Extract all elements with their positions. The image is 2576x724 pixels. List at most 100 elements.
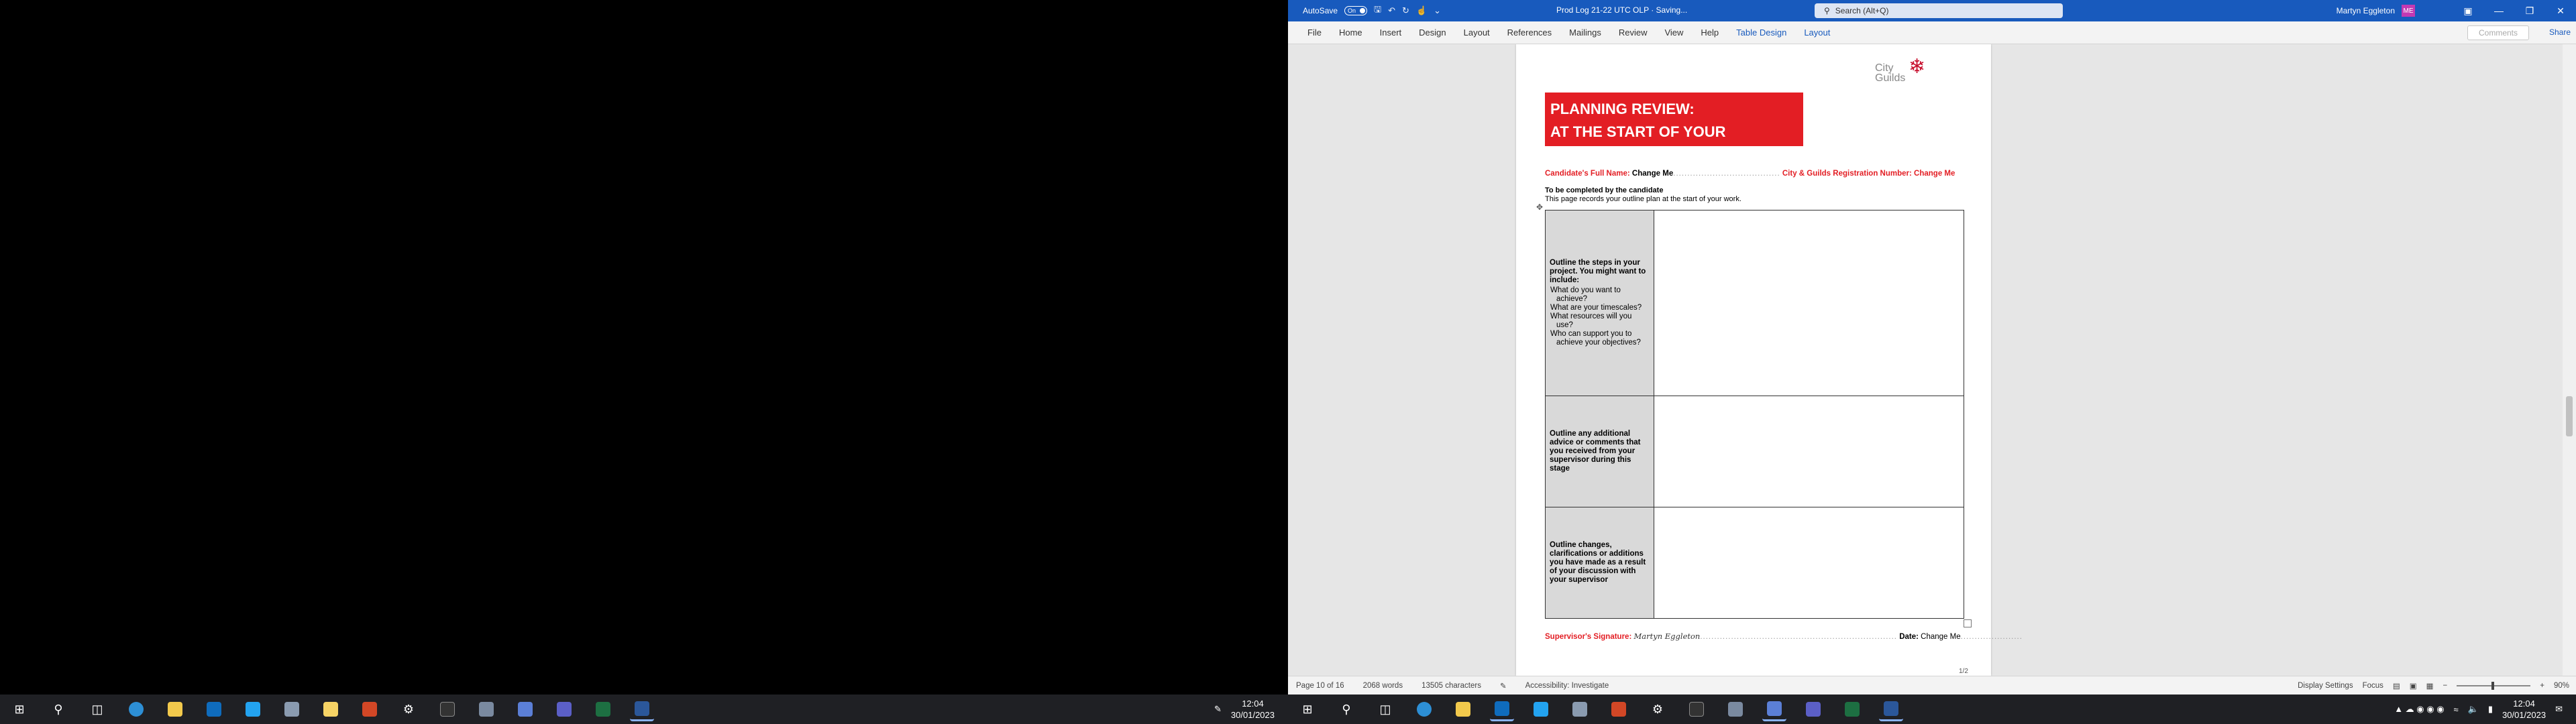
zoom-in-icon[interactable]: + xyxy=(2540,682,2544,690)
tab-view[interactable]: View xyxy=(1656,27,1692,38)
pen-icon[interactable]: ✎ xyxy=(1214,704,1222,715)
start-icon[interactable]: ⊞ xyxy=(7,697,32,721)
character-count[interactable]: 13505 characters xyxy=(1421,682,1481,690)
tab-insert[interactable]: Insert xyxy=(1371,27,1411,38)
edge-icon[interactable] xyxy=(1412,697,1436,721)
teams-icon[interactable] xyxy=(1801,697,1825,721)
save-icon[interactable]: 🖫 xyxy=(1374,3,1381,18)
sticky-notes-icon[interactable] xyxy=(319,697,343,721)
settings-icon[interactable]: ⚙ xyxy=(396,697,421,721)
web-layout-icon[interactable]: ▦ xyxy=(2426,681,2434,690)
app-icon[interactable] xyxy=(280,697,304,721)
search-icon[interactable]: ⚲ xyxy=(1334,697,1358,721)
row-label-changes[interactable]: Outline changes, clarifications or addit… xyxy=(1545,507,1654,619)
steps-answer-cell[interactable] xyxy=(1654,210,1964,396)
file-explorer-icon[interactable] xyxy=(163,697,187,721)
proofing-icon[interactable]: ✎ xyxy=(1500,681,1507,690)
scrollbar-thumb[interactable] xyxy=(2566,396,2573,436)
display-settings-button[interactable]: Display Settings xyxy=(2298,682,2353,690)
terminal-icon[interactable] xyxy=(435,697,460,721)
wifi-icon[interactable]: ≈ xyxy=(2454,705,2459,715)
tab-layout[interactable]: Layout xyxy=(1455,27,1499,38)
tab-table-design[interactable]: Table Design xyxy=(1727,27,1795,38)
excel-icon[interactable] xyxy=(1840,697,1864,721)
document-page[interactable]: ❄ City Guilds PLANNING REVIEW: AT THE ST… xyxy=(1516,44,2022,676)
word-count[interactable]: 2068 words xyxy=(1363,682,1403,690)
tab-mailings[interactable]: Mailings xyxy=(1560,27,1610,38)
terminal-icon[interactable] xyxy=(1684,697,1709,721)
tab-home[interactable]: Home xyxy=(1330,27,1371,38)
user-name[interactable]: Martyn Eggleton xyxy=(2337,6,2395,15)
file-explorer-icon[interactable] xyxy=(1451,697,1475,721)
tray-icons[interactable]: ▲ ☁ ◉ ◉ ◉ xyxy=(2394,704,2444,715)
outlook-icon[interactable] xyxy=(1490,697,1514,721)
date-field[interactable]: Change Me xyxy=(1921,633,1960,641)
document-canvas[interactable]: ❄ City Guilds PLANNING REVIEW: AT THE ST… xyxy=(1288,44,2563,676)
signature-value[interactable]: Martyn Eggleton xyxy=(1633,631,1700,641)
restore-icon[interactable]: ❐ xyxy=(2514,0,2545,21)
app-icon[interactable] xyxy=(474,697,498,721)
excel-icon[interactable] xyxy=(591,697,615,721)
app-icon[interactable] xyxy=(1723,697,1748,721)
table-resize-handle[interactable] xyxy=(1964,619,1972,627)
app-icon[interactable] xyxy=(1762,697,1786,721)
share-button[interactable]: Share xyxy=(2549,27,2571,37)
outlook-icon[interactable] xyxy=(202,697,226,721)
registration-number-field[interactable]: Change Me xyxy=(1914,170,1955,178)
notifications-icon[interactable]: ✉ xyxy=(2555,704,2563,715)
tab-table-layout[interactable]: Layout xyxy=(1795,27,1839,38)
print-layout-icon[interactable]: ▣ xyxy=(2410,681,2417,690)
task-view-icon[interactable]: ◫ xyxy=(1373,697,1397,721)
customize-qat-icon[interactable]: ⌄ xyxy=(1434,5,1441,16)
battery-icon[interactable]: ▮ xyxy=(2488,704,2493,715)
tab-references[interactable]: References xyxy=(1499,27,1560,38)
zoom-slider[interactable] xyxy=(2457,682,2531,690)
focus-button[interactable]: Focus xyxy=(2363,682,2383,690)
tab-review[interactable]: Review xyxy=(1610,27,1656,38)
start-icon[interactable]: ⊞ xyxy=(1295,697,1320,721)
tab-help[interactable]: Help xyxy=(1692,27,1727,38)
volume-icon[interactable]: 🔈 xyxy=(2468,704,2479,715)
word-icon[interactable] xyxy=(1879,697,1903,721)
page-count[interactable]: Page 10 of 16 xyxy=(1296,682,1344,690)
word-icon[interactable] xyxy=(630,697,654,721)
app-icon[interactable] xyxy=(513,697,537,721)
vertical-scrollbar[interactable] xyxy=(2563,44,2576,676)
minimize-icon[interactable]: — xyxy=(2483,0,2514,21)
clock-left[interactable]: 12:04 30/01/2023 xyxy=(1231,698,1275,721)
zoom-out-icon[interactable]: − xyxy=(2443,682,2448,690)
task-view-icon[interactable]: ◫ xyxy=(85,697,109,721)
edge-icon[interactable] xyxy=(124,697,148,721)
vscode-icon[interactable] xyxy=(1529,697,1553,721)
advice-answer-cell[interactable] xyxy=(1654,396,1964,507)
row-label-advice[interactable]: Outline any additional advice or comment… xyxy=(1545,396,1654,507)
app-icon[interactable] xyxy=(1568,697,1592,721)
changes-answer-cell[interactable] xyxy=(1654,507,1964,619)
redo-icon[interactable]: ↻ xyxy=(1402,5,1409,16)
accessibility-status[interactable]: Accessibility: Investigate xyxy=(1525,682,1609,690)
settings-icon[interactable]: ⚙ xyxy=(1646,697,1670,721)
zoom-level[interactable]: 90% xyxy=(2554,682,2569,690)
avatar[interactable]: ME xyxy=(2402,5,2415,17)
document-title[interactable]: Prod Log 21-22 UTC OLP · Saving... xyxy=(1556,5,1687,15)
vscode-icon[interactable] xyxy=(241,697,265,721)
candidate-name-field[interactable]: Change Me xyxy=(1632,170,1673,178)
touch-mode-icon[interactable]: ☝ xyxy=(1416,5,1427,16)
tab-file[interactable]: File xyxy=(1299,27,1330,38)
table-move-handle-icon[interactable]: ✥ xyxy=(1536,202,1543,212)
tab-design[interactable]: Design xyxy=(1410,27,1454,38)
zoom-slider-thumb[interactable] xyxy=(2491,682,2495,690)
search-box[interactable]: ⚲ Search (Alt+Q) xyxy=(1815,3,2063,18)
powerpoint-icon[interactable] xyxy=(1607,697,1631,721)
search-icon[interactable]: ⚲ xyxy=(46,697,70,721)
clock-right[interactable]: 12:04 30/01/2023 xyxy=(2502,698,2546,721)
row-label-steps[interactable]: Outline the steps in your project. You m… xyxy=(1545,210,1654,396)
powerpoint-icon[interactable] xyxy=(358,697,382,721)
comments-button[interactable]: Comments xyxy=(2467,25,2529,40)
ribbon-display-icon[interactable]: ▣ xyxy=(2453,0,2483,21)
read-mode-icon[interactable]: ▤ xyxy=(2393,681,2400,690)
close-icon[interactable]: ✕ xyxy=(2545,0,2576,21)
teams-icon[interactable] xyxy=(552,697,576,721)
autosave-toggle[interactable]: On xyxy=(1344,6,1368,15)
undo-icon[interactable]: ↶ xyxy=(1388,5,1395,16)
